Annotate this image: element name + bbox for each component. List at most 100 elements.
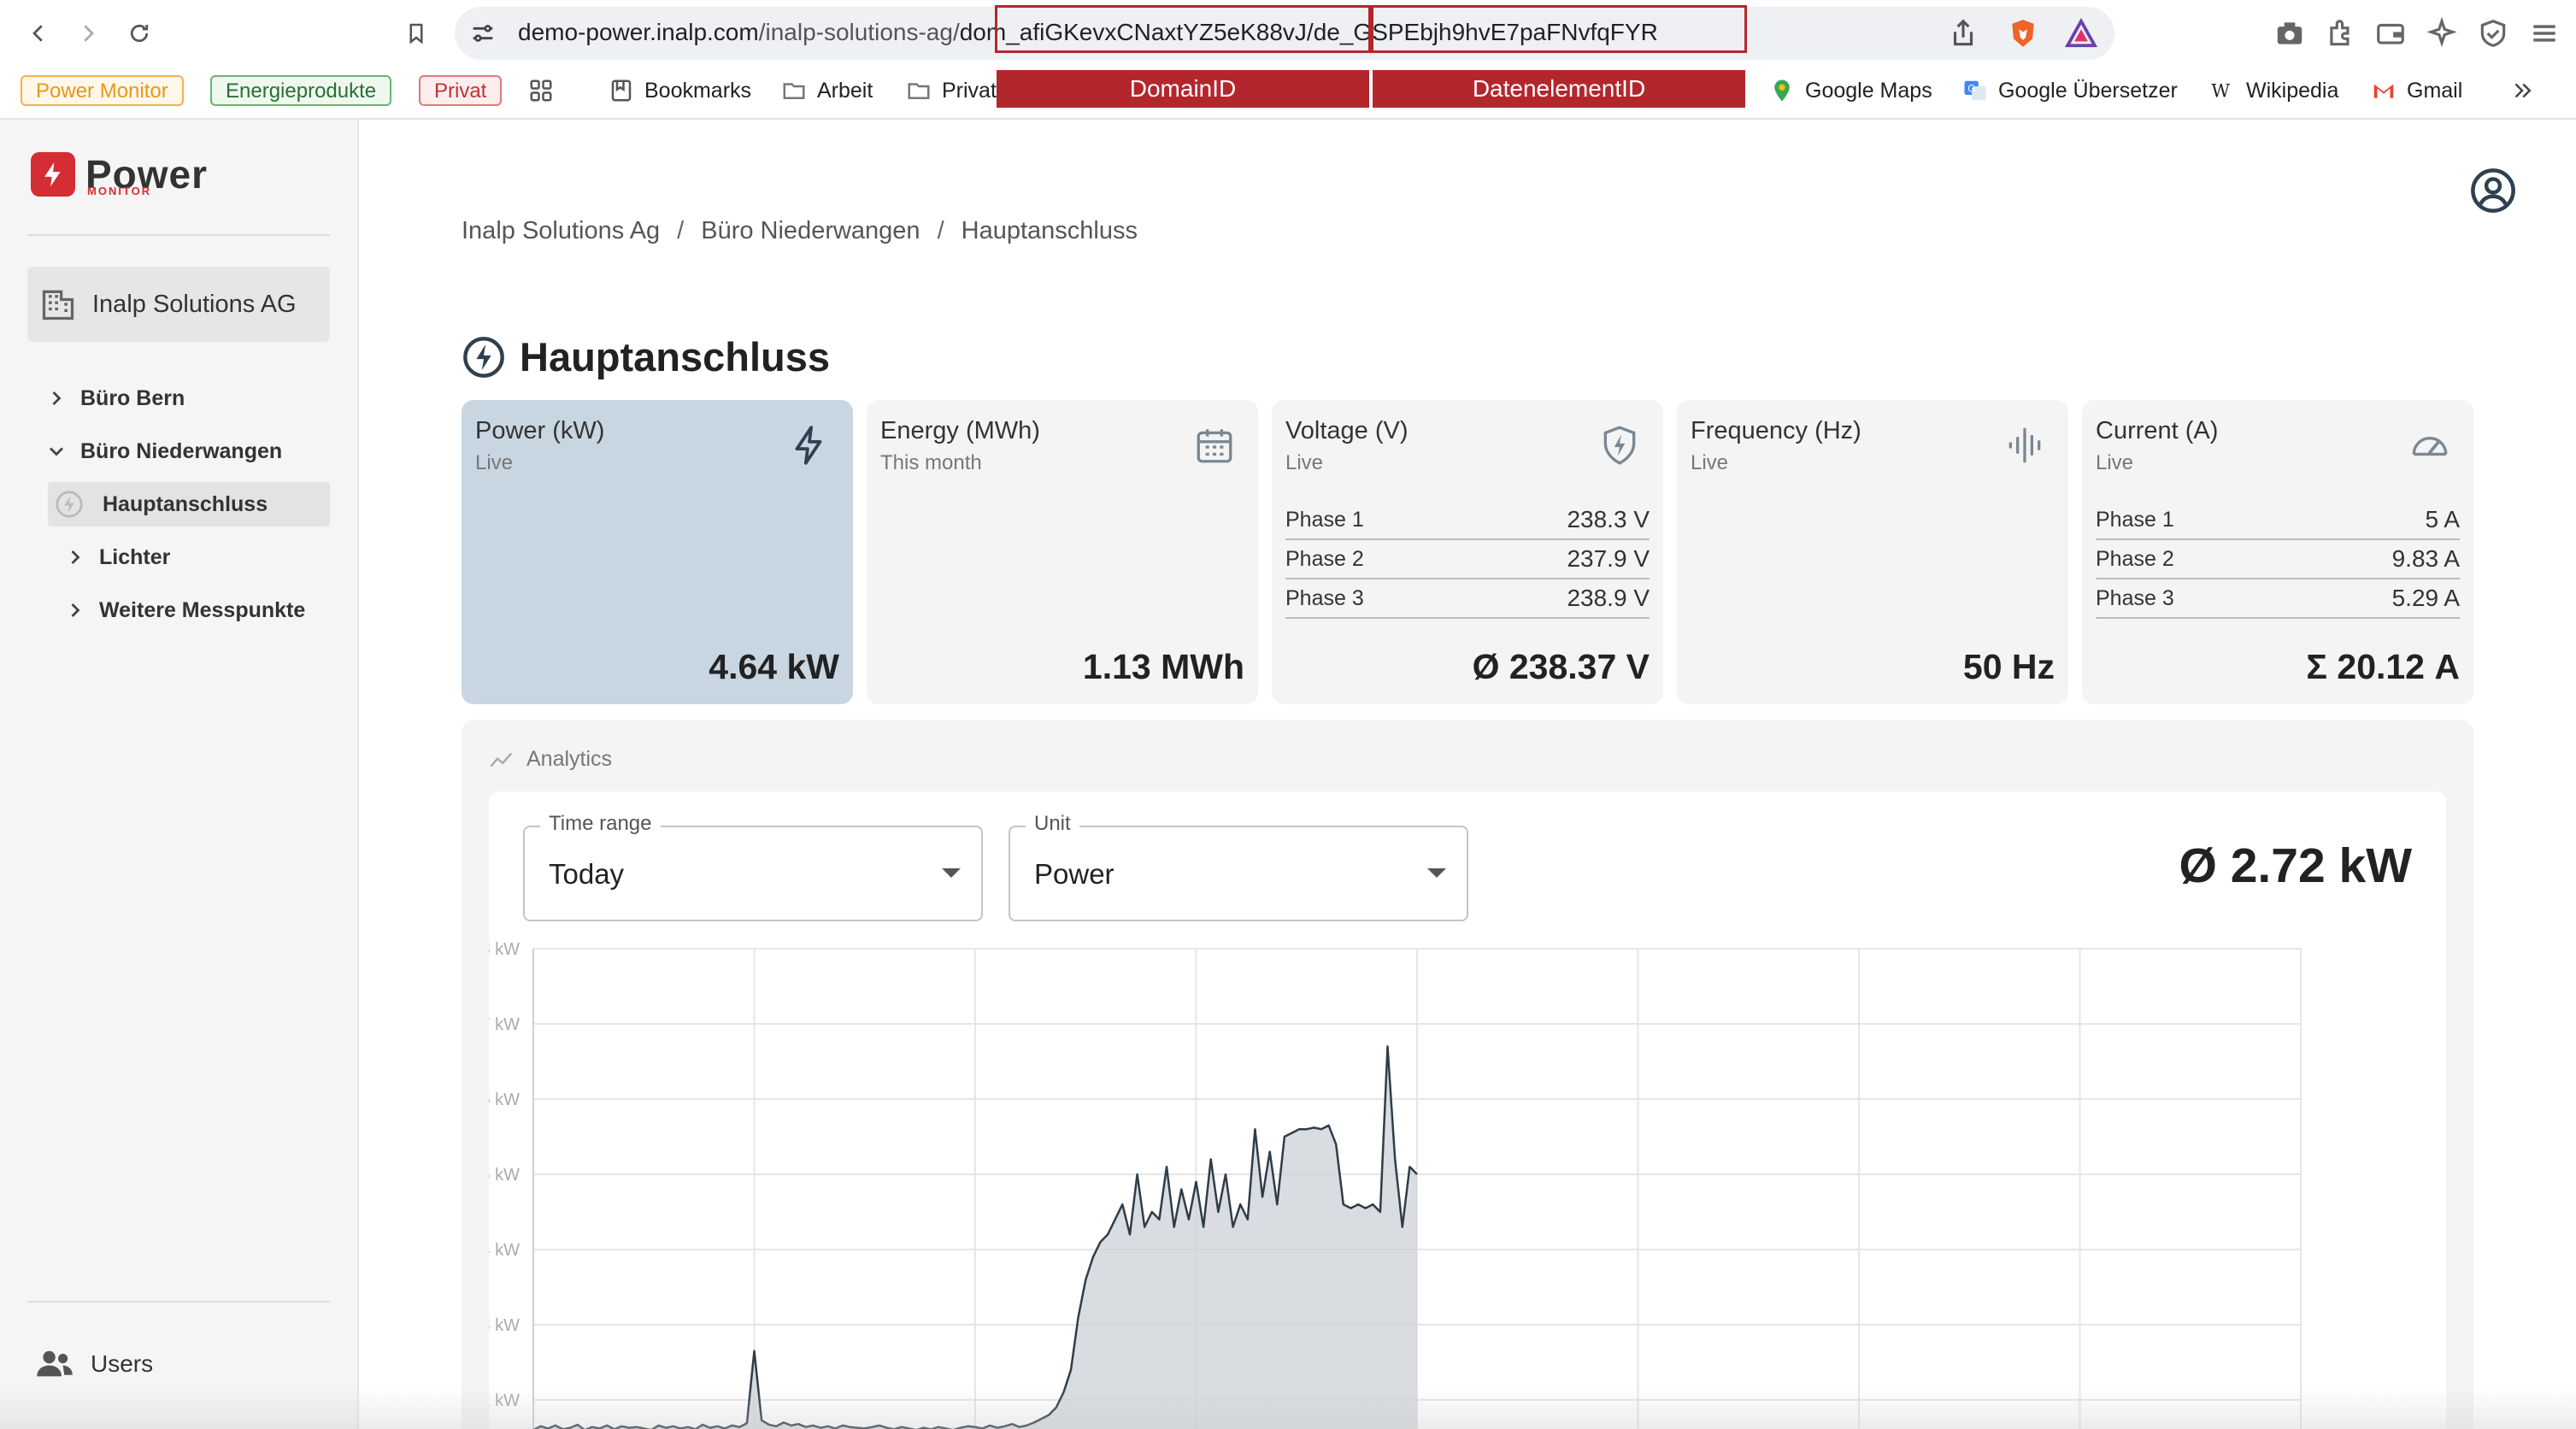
- sidebar: Power MONITOR Inalp Solutions AG Büro Be…: [0, 120, 359, 1429]
- unit-select[interactable]: Unit Power: [1009, 812, 1468, 921]
- breadcrumb-site[interactable]: Büro Niederwangen: [701, 217, 920, 244]
- trend-icon: [490, 752, 513, 767]
- gauge-icon: [2412, 437, 2448, 456]
- card-current-title: Current (A): [2096, 417, 2219, 444]
- org-selector[interactable]: Inalp Solutions AG: [27, 267, 330, 342]
- card-power[interactable]: Power (kW) Live 4.64 kW: [462, 400, 853, 704]
- apps-button[interactable]: [528, 74, 554, 108]
- current-phase-list: Phase 1 5 A Phase 2 9.83 A Phase 3 5.29 A: [2096, 501, 2460, 619]
- svg-text:W: W: [2211, 81, 2230, 103]
- camera-icon[interactable]: [2273, 17, 2306, 50]
- site-settings-icon[interactable]: [468, 19, 497, 48]
- tree-label-niederwangen: Büro Niederwangen: [80, 438, 283, 463]
- analytics-header: Analytics: [489, 747, 612, 772]
- account-icon[interactable]: [2470, 168, 2516, 214]
- leo-ai-icon[interactable]: [2426, 17, 2458, 50]
- bookmark-privat-label: Privat: [942, 79, 997, 103]
- tree-item-buero-niederwangen[interactable]: Büro Niederwangen: [44, 429, 282, 473]
- bookmark-google-maps[interactable]: Google Maps: [1769, 74, 1932, 108]
- tree-item-lichter[interactable]: Lichter: [63, 535, 170, 579]
- y-tick-label: 3 kW: [489, 1316, 520, 1335]
- breadcrumb-separator: /: [677, 217, 685, 244]
- tree-item-buero-bern[interactable]: Büro Bern: [44, 376, 185, 420]
- time-range-label: Time range: [540, 812, 661, 836]
- breadcrumb-separator: /: [937, 217, 944, 244]
- time-range-select[interactable]: Time range Today: [523, 812, 983, 921]
- card-current-value: Σ 20.12 A: [2306, 647, 2460, 686]
- reload-button[interactable]: [118, 12, 161, 55]
- y-tick-label: 5 kW: [489, 1166, 520, 1185]
- more-bookmarks-button[interactable]: [2509, 74, 2535, 108]
- sidebar-item-users[interactable]: Users: [34, 1347, 153, 1381]
- chevron-right-icon: [52, 391, 62, 405]
- card-current[interactable]: Current (A) Live Phase 1 5 A Phase 2 9.83 …: [2082, 400, 2473, 704]
- phase-value: 5.29 A: [2391, 585, 2460, 611]
- bookmark-google-translate[interactable]: G Google Übersetzer: [1962, 74, 2178, 108]
- brave-rewards-icon[interactable]: [2065, 17, 2097, 50]
- sidebar-divider: [27, 234, 330, 236]
- average-value: Ø 2.72 kW: [2179, 838, 2412, 893]
- app-logo[interactable]: Power MONITOR: [31, 152, 208, 197]
- bookmark-wikipedia-label: Wikipedia: [2246, 79, 2339, 103]
- bookmark-energieprodukte[interactable]: Energieprodukte: [210, 75, 392, 106]
- google-maps-icon: [1774, 79, 1790, 102]
- org-name: Inalp Solutions AG: [92, 290, 297, 318]
- bookmark-folder-arbeit[interactable]: Arbeit: [781, 74, 873, 108]
- reload-icon: [130, 24, 149, 43]
- brave-shield-icon[interactable]: [2007, 17, 2039, 50]
- card-voltage-title: Voltage (V): [1285, 417, 1409, 444]
- bookmark-folder-privat[interactable]: Privat: [906, 74, 997, 108]
- folder-icon: [908, 83, 930, 99]
- bookmark-translate-label: Google Übersetzer: [1998, 79, 2178, 103]
- card-energy-sub: This month: [880, 451, 982, 474]
- tree-item-hauptanschluss[interactable]: Hauptanschluss: [48, 482, 330, 526]
- bookmarks-icon: [611, 79, 632, 102]
- menu-icon[interactable]: [2528, 17, 2561, 50]
- card-voltage[interactable]: Voltage (V) Live Phase 1 238.3 V Phase 2 2…: [1272, 400, 1663, 704]
- y-tick-label: 7 kW: [489, 1015, 520, 1034]
- breadcrumb-org[interactable]: Inalp Solutions Ag: [462, 217, 660, 244]
- chart-y-ticks: 8 kW 7 kW 6 kW 5 kW 4 kW 3 kW 2 kW: [489, 940, 520, 1410]
- bookmark-privat-tag[interactable]: Privat: [419, 75, 503, 106]
- card-frequency[interactable]: Frequency (Hz) Live 50 Hz: [1677, 400, 2068, 704]
- bookmark-gmail[interactable]: Gmail: [2371, 74, 2462, 108]
- browser-toolbar: demo-power.inalp.com/inalp-solutions-ag/…: [0, 0, 2576, 67]
- double-chevron-right-icon: [2514, 83, 2532, 98]
- page-title: Hauptanschluss: [462, 332, 830, 383]
- vpn-shield-icon[interactable]: [2477, 17, 2509, 50]
- chevron-right-icon: [71, 550, 80, 564]
- card-energy[interactable]: Energy (MWh) This month 1.13 MWh: [867, 400, 1258, 704]
- current-phase-row: Phase 3 5.29 A: [2096, 579, 2460, 619]
- bookmark-maps-label: Google Maps: [1805, 79, 1932, 103]
- tree-label-bern: Büro Bern: [80, 385, 185, 410]
- bookmark-power-monitor[interactable]: Power Monitor: [21, 75, 184, 106]
- time-range-value: Today: [549, 858, 625, 890]
- share-icon[interactable]: [1947, 17, 1979, 50]
- breadcrumb-current: Hauptanschluss: [961, 217, 1138, 244]
- extensions-icon[interactable]: [2325, 17, 2357, 50]
- tree-item-weitere-messpunkte[interactable]: Weitere Messpunkte: [63, 588, 305, 632]
- voltage-phase-list: Phase 1 238.3 V Phase 2 237.9 V Phase 3 238…: [1285, 501, 1650, 619]
- annotation-element-id: DatenelementID: [1373, 70, 1745, 108]
- phase-value: 9.83 A: [2391, 545, 2460, 572]
- forward-button[interactable]: [67, 12, 109, 55]
- back-button[interactable]: [17, 12, 60, 55]
- bookmark-wikipedia[interactable]: W Wikipedia: [2210, 74, 2338, 108]
- analytics-title: Analytics: [526, 747, 613, 771]
- users-icon: [37, 1350, 73, 1377]
- wallet-icon[interactable]: [2374, 17, 2407, 50]
- apps-grid-icon: [530, 79, 552, 102]
- tree-label-lichter: Lichter: [99, 544, 171, 569]
- unit-label: Unit: [1026, 812, 1079, 836]
- tree-label-hauptanschluss: Hauptanschluss: [103, 491, 268, 516]
- google-translate-icon: G: [1964, 80, 1986, 101]
- bookmark-bookmarks[interactable]: Bookmarks: [609, 74, 751, 108]
- bookmark-page-button[interactable]: [395, 12, 438, 55]
- voltage-phase-row: Phase 1 238.3 V: [1285, 501, 1650, 540]
- y-tick-label: 6 kW: [489, 1091, 520, 1109]
- card-frequency-sub: Live: [1691, 451, 1729, 474]
- phase-label: Phase 2: [1285, 547, 1364, 571]
- element-id-highlight: [1371, 5, 1747, 53]
- users-label: Users: [91, 1350, 154, 1377]
- power-chart[interactable]: 8 kW 7 kW 6 kW 5 kW 4 kW 3 kW 2 kW: [489, 937, 2446, 1429]
